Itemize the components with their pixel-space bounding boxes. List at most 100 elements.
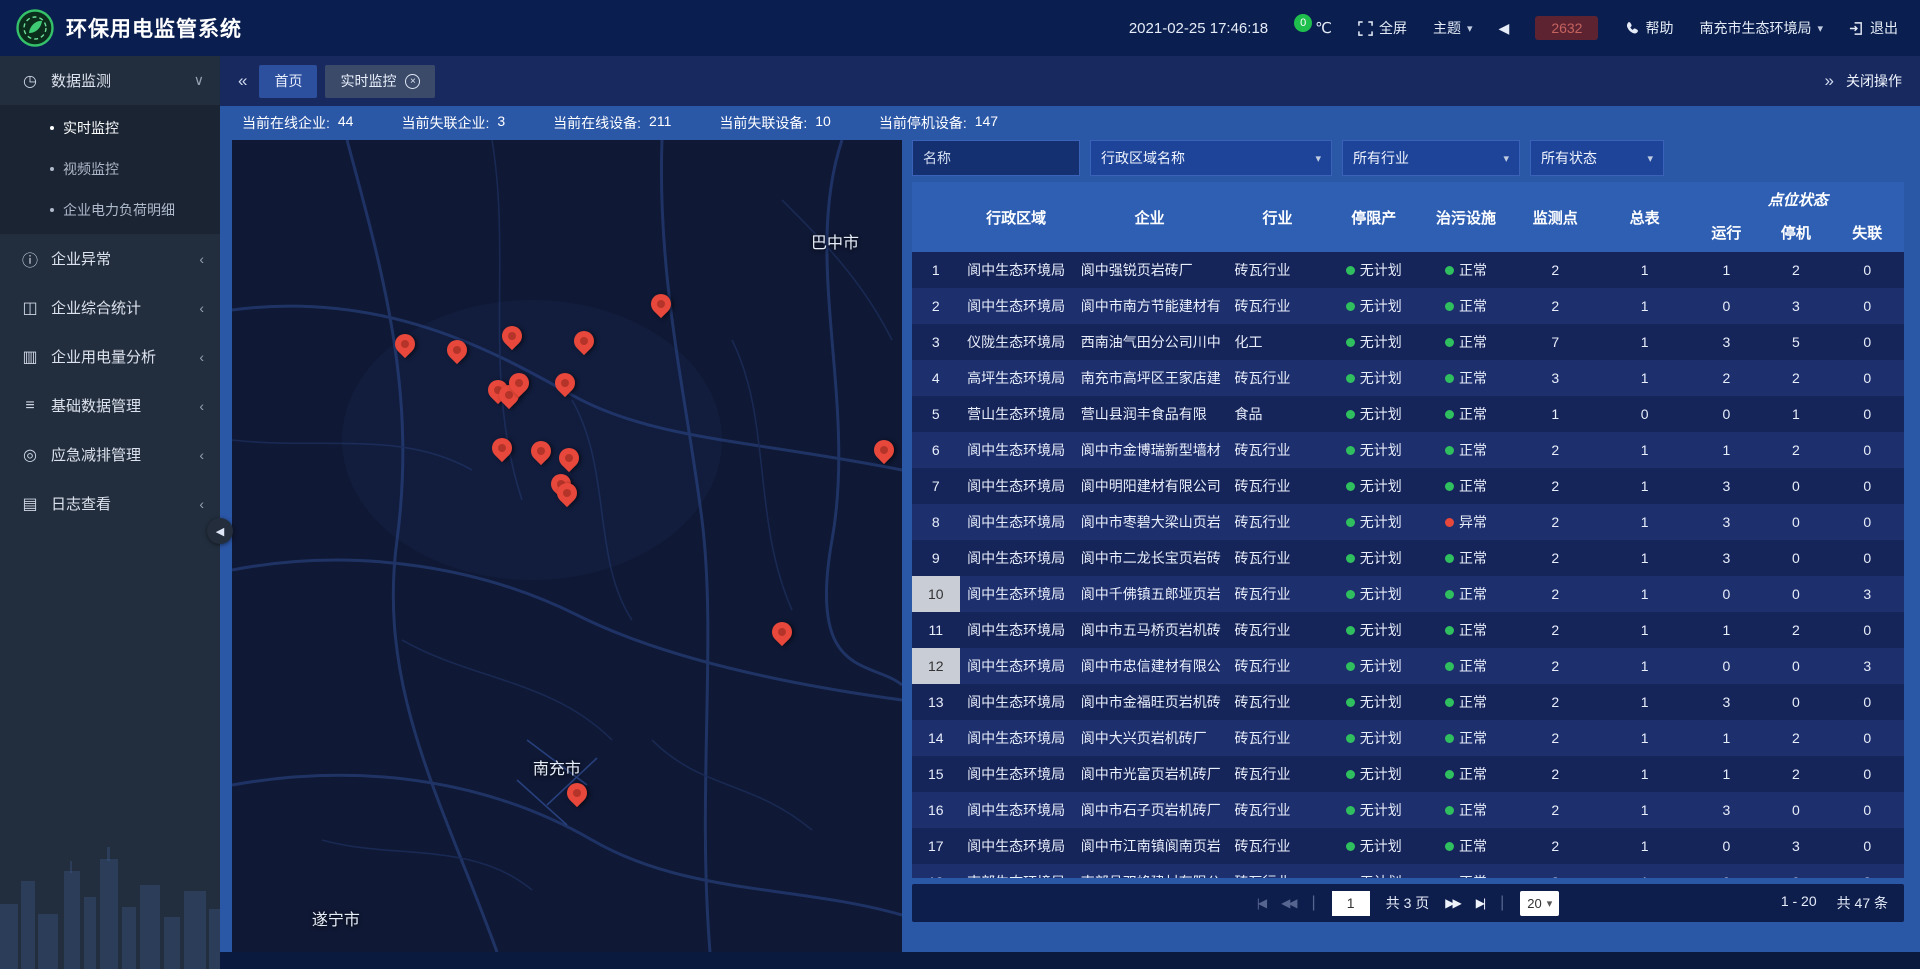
- map-pin-16[interactable]: [567, 783, 589, 805]
- table-row[interactable]: 13阆中生态环境局阆中市金福旺页岩机砖砖瓦行业无计划正常21300: [912, 684, 1904, 720]
- close-operations-button[interactable]: 关闭操作: [1846, 71, 1902, 91]
- cell-region: 高坪生态环境局: [960, 360, 1073, 396]
- row-index: 3: [912, 324, 960, 360]
- speaker-icon[interactable]: ◀: [1499, 20, 1510, 37]
- cell-company: 阆中市金博瑞新型墙材: [1073, 432, 1227, 468]
- map-collapse-button[interactable]: ◀: [207, 518, 233, 544]
- help-button[interactable]: 帮助: [1624, 18, 1673, 38]
- tab-0[interactable]: 首页: [259, 65, 317, 98]
- sidebar-item-6[interactable]: ▤日志查看‹: [0, 479, 220, 528]
- sidebar-subitem-0-2[interactable]: 企业电力负荷明细: [0, 189, 220, 230]
- cell-industry: 砖瓦行业: [1226, 540, 1328, 576]
- cell-meter: 1: [1597, 288, 1691, 324]
- table-row[interactable]: 15阆中生态环境局阆中市光富页岩机砖厂砖瓦行业无计划正常21120: [912, 756, 1904, 792]
- cell-facility: 正常: [1419, 864, 1513, 878]
- tabs-scroll-left-icon[interactable]: «: [238, 71, 245, 91]
- fullscreen-button[interactable]: 全屏: [1358, 18, 1407, 38]
- org-dropdown[interactable]: 南充市生态环境局 ▾: [1699, 18, 1823, 38]
- cell-lost: 0: [1831, 756, 1904, 792]
- status-dot-green: [1346, 626, 1355, 635]
- cell-lost: 0: [1831, 360, 1904, 396]
- cell-halt: 3: [1761, 288, 1830, 324]
- table-row[interactable]: 9阆中生态环境局阆中市二龙长宝页岩砖砖瓦行业无计划正常21300: [912, 540, 1904, 576]
- theme-dropdown[interactable]: 主题 ▾: [1433, 18, 1473, 38]
- tabs-scroll-right-icon[interactable]: »: [1825, 71, 1832, 91]
- last-page-button[interactable]: ▶|: [1476, 896, 1484, 910]
- table-row[interactable]: 8阆中生态环境局阆中市枣碧大梁山页岩砖瓦行业无计划异常21300: [912, 504, 1904, 540]
- table-row[interactable]: 1阆中生态环境局阆中强锐页岩砖厂砖瓦行业无计划正常21120: [912, 252, 1904, 288]
- table-row[interactable]: 18南部生态环境局南部县双峰建材有限公砖瓦行业无计划正常21003: [912, 864, 1904, 878]
- cell-company: 阆中市石子页岩机砖厂: [1073, 792, 1227, 828]
- map[interactable]: 巴中市南充市遂宁市: [232, 140, 902, 952]
- map-pin-10[interactable]: [531, 441, 553, 463]
- cell-company: 阆中市五马桥页岩机砖: [1073, 612, 1227, 648]
- table-row[interactable]: 16阆中生态环境局阆中市石子页岩机砖厂砖瓦行业无计划正常21300: [912, 792, 1904, 828]
- map-pin-icon: [498, 322, 526, 350]
- table-row[interactable]: 12阆中生态环境局阆中市忠信建材有限公砖瓦行业无计划正常21003: [912, 648, 1904, 684]
- table-row[interactable]: 5营山生态环境局营山县润丰食品有限食品无计划正常10010: [912, 396, 1904, 432]
- status-dot-green: [1346, 554, 1355, 563]
- table-row[interactable]: 3仪陇生态环境局西南油气田分公司川中化工无计划正常71350: [912, 324, 1904, 360]
- map-pin-8[interactable]: [555, 373, 577, 395]
- map-pin-7[interactable]: [509, 373, 531, 395]
- tab-1[interactable]: 实时监控×: [325, 65, 435, 98]
- page-size-select[interactable]: 20 ▾: [1520, 891, 1559, 916]
- next-page-button[interactable]: ▶▶: [1445, 896, 1459, 910]
- map-pin-14[interactable]: [874, 440, 896, 462]
- table-row[interactable]: 11阆中生态环境局阆中市五马桥页岩机砖砖瓦行业无计划正常21120: [912, 612, 1904, 648]
- sidebar-subitem-0-1[interactable]: 视频监控: [0, 148, 220, 189]
- cell-run: 0: [1692, 576, 1761, 612]
- tab-close-icon[interactable]: ×: [405, 74, 420, 89]
- map-pin-3[interactable]: [574, 331, 596, 353]
- sidebar-item-5[interactable]: ◎应急减排管理‹: [0, 430, 220, 479]
- map-pin-11[interactable]: [559, 448, 581, 470]
- cell-monitor: 2: [1513, 792, 1597, 828]
- cell-stop-limit: 无计划: [1329, 576, 1419, 612]
- chevron-left-icon: ‹: [199, 251, 204, 267]
- sidebar-subitem-0-0[interactable]: 实时监控: [0, 107, 220, 148]
- cell-industry: 化工: [1226, 324, 1328, 360]
- prev-page-button[interactable]: ◀◀: [1281, 896, 1295, 910]
- sidebar: ◷数据监测∨实时监控视频监控企业电力负荷明细ⓘ企业异常‹◫企业综合统计‹▥企业用…: [0, 56, 220, 969]
- notification-badge[interactable]: 2632: [1535, 16, 1598, 40]
- table-row[interactable]: 6阆中生态环境局阆中市金博瑞新型墙材砖瓦行业无计划正常21120: [912, 432, 1904, 468]
- facility-text: 正常: [1459, 404, 1487, 424]
- table-row[interactable]: 17阆中生态环境局阆中市江南镇阆南页岩砖瓦行业无计划正常21030: [912, 828, 1904, 864]
- table-row[interactable]: 10阆中生态环境局阆中千佛镇五郎垭页岩砖瓦行业无计划正常21003: [912, 576, 1904, 612]
- cell-meter: 1: [1597, 432, 1691, 468]
- sidebar-item-1[interactable]: ⓘ企业异常‹: [0, 234, 220, 283]
- status-dot-green: [1346, 374, 1355, 383]
- status-select[interactable]: 所有状态 ▾: [1530, 140, 1664, 176]
- row-index: 14: [912, 720, 960, 756]
- region-select[interactable]: 行政区域名称 ▾: [1090, 140, 1332, 176]
- table-row[interactable]: 2阆中生态环境局阆中市南方节能建材有砖瓦行业无计划正常21030: [912, 288, 1904, 324]
- map-pin-9[interactable]: [492, 438, 514, 460]
- first-page-button[interactable]: |◀: [1257, 896, 1265, 910]
- cell-region: 阆中生态环境局: [960, 504, 1073, 540]
- map-city-label: 南充市: [533, 755, 581, 779]
- sidebar-item-2[interactable]: ◫企业综合统计‹: [0, 283, 220, 332]
- sidebar-item-0[interactable]: ◷数据监测∨: [0, 56, 220, 105]
- row-index: 13: [912, 684, 960, 720]
- cell-halt: 3: [1761, 828, 1830, 864]
- map-pin-icon: [527, 437, 555, 465]
- sidebar-item-4[interactable]: ≡基础数据管理‹: [0, 381, 220, 430]
- table-row[interactable]: 7阆中生态环境局阆中明阳建材有限公司砖瓦行业无计划正常21300: [912, 468, 1904, 504]
- page-number-input[interactable]: [1332, 891, 1370, 916]
- map-pin-4[interactable]: [651, 294, 673, 316]
- sidebar-item-3[interactable]: ▥企业用电量分析‹: [0, 332, 220, 381]
- table-row[interactable]: 14阆中生态环境局阆中大兴页岩机砖厂砖瓦行业无计划正常21120: [912, 720, 1904, 756]
- status-dot-green: [1346, 806, 1355, 815]
- sidebar-item-label: 数据监测: [51, 70, 183, 91]
- table-row[interactable]: 4高坪生态环境局南充市高坪区王家店建砖瓦行业无计划正常31220: [912, 360, 1904, 396]
- logout-button[interactable]: 退出: [1849, 18, 1898, 38]
- map-pin-13[interactable]: [557, 483, 579, 505]
- map-pin-1[interactable]: [447, 340, 469, 362]
- name-filter-input[interactable]: [912, 140, 1080, 176]
- map-pin-0[interactable]: [395, 334, 417, 356]
- map-pin-15[interactable]: [772, 622, 794, 644]
- total-count-label: 共 47 条: [1837, 893, 1888, 913]
- theme-label: 主题: [1433, 18, 1461, 38]
- map-pin-2[interactable]: [502, 326, 524, 348]
- industry-select[interactable]: 所有行业 ▾: [1342, 140, 1520, 176]
